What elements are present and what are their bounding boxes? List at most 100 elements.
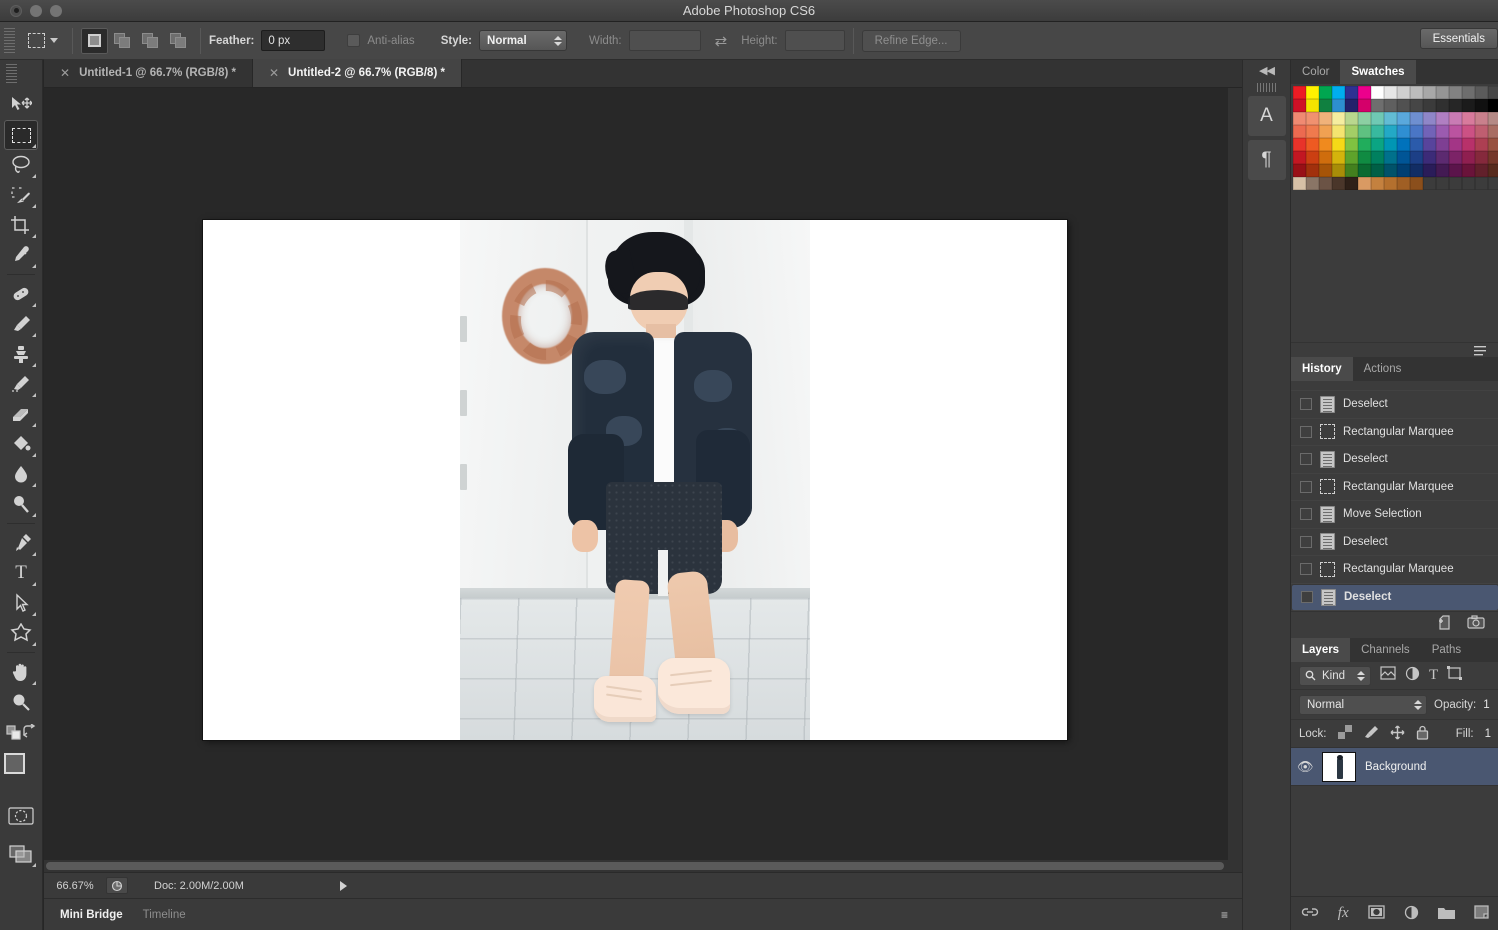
color-swatch[interactable] — [1436, 164, 1449, 177]
color-swatch[interactable] — [1410, 86, 1423, 99]
tab-layers[interactable]: Layers — [1291, 638, 1351, 662]
color-swatch[interactable] — [1462, 151, 1475, 164]
screen-mode-button[interactable] — [4, 839, 38, 869]
pen-tool[interactable] — [4, 528, 38, 558]
color-swatch[interactable] — [1449, 125, 1462, 138]
eraser-tool[interactable] — [4, 399, 38, 429]
swatches-grid[interactable] — [1291, 84, 1498, 190]
style-select[interactable]: Normal — [479, 30, 568, 51]
color-swatch[interactable] — [1462, 125, 1475, 138]
new-group-folder-icon[interactable] — [1438, 906, 1456, 922]
canvas-vertical-scrollbar[interactable] — [1228, 88, 1242, 872]
color-swatch[interactable] — [1384, 177, 1397, 190]
status-menu-icon[interactable] — [339, 880, 347, 891]
layer-visibility-eye-icon[interactable]: 👁 — [1297, 759, 1314, 775]
color-swatch[interactable] — [1306, 164, 1319, 177]
width-input[interactable] — [628, 30, 701, 51]
color-swatch[interactable] — [1449, 164, 1462, 177]
history-list[interactable]: Deselect Rectangular Marquee Deselect Recta… — [1291, 391, 1498, 611]
color-swatch[interactable] — [1332, 138, 1345, 151]
color-swatch[interactable] — [1423, 138, 1436, 151]
color-swatch[interactable] — [1410, 164, 1423, 177]
color-swatch[interactable] — [1384, 99, 1397, 112]
layer-style-fx-icon[interactable]: fx — [1338, 905, 1349, 922]
color-swatch[interactable] — [1475, 177, 1488, 190]
layer-name-label[interactable]: Background — [1365, 761, 1426, 773]
color-swatch[interactable] — [1371, 164, 1384, 177]
blend-mode-select[interactable]: Normal — [1299, 694, 1427, 715]
spot-healing-brush-tool[interactable] — [4, 279, 38, 309]
color-swatch[interactable] — [1423, 164, 1436, 177]
color-swatch[interactable] — [1384, 112, 1397, 125]
color-swatch[interactable] — [1423, 151, 1436, 164]
tab-actions[interactable]: Actions — [1352, 357, 1413, 381]
blur-tool[interactable] — [4, 459, 38, 489]
color-swatch[interactable] — [1397, 125, 1410, 138]
swap-colors-icon[interactable] — [22, 723, 37, 744]
eyedropper-tool[interactable] — [4, 240, 38, 270]
color-swatch[interactable] — [1436, 125, 1449, 138]
tab-color[interactable]: Color — [1291, 60, 1341, 84]
foreground-color-swatch[interactable] — [4, 753, 25, 774]
document-size-preview-icon[interactable] — [106, 877, 128, 894]
color-swatch[interactable] — [1371, 125, 1384, 138]
color-swatch[interactable] — [1332, 177, 1345, 190]
history-state-row[interactable]: Move Selection — [1291, 501, 1498, 529]
color-swatch[interactable] — [1306, 151, 1319, 164]
paint-bucket-tool[interactable] — [4, 429, 38, 459]
color-swatch[interactable] — [1410, 151, 1423, 164]
options-bar-grip[interactable] — [4, 27, 15, 54]
foreground-background-color[interactable] — [4, 753, 38, 786]
type-layer-icon[interactable]: T — [1429, 667, 1438, 684]
lasso-tool[interactable] — [4, 150, 38, 180]
adjustment-layer-icon[interactable] — [1404, 905, 1419, 923]
color-swatch[interactable] — [1345, 151, 1358, 164]
subtract-from-selection-button[interactable] — [137, 28, 164, 54]
color-swatch[interactable] — [1371, 151, 1384, 164]
color-swatch[interactable] — [1462, 99, 1475, 112]
height-input[interactable] — [784, 30, 845, 51]
default-colors-icon[interactable] — [6, 725, 23, 745]
color-swatch[interactable] — [1488, 86, 1498, 99]
lock-transparent-pixels-icon[interactable] — [1337, 725, 1352, 742]
color-swatch[interactable] — [1332, 125, 1345, 138]
selection-mode-group[interactable] — [81, 27, 192, 54]
color-swatch[interactable] — [1423, 112, 1436, 125]
layer-filter-kind-select[interactable]: Kind — [1299, 665, 1371, 686]
color-swatch[interactable] — [1475, 125, 1488, 138]
color-swatch[interactable] — [1306, 112, 1319, 125]
color-swatch[interactable] — [1488, 138, 1498, 151]
color-swatch[interactable] — [1345, 112, 1358, 125]
color-swatch[interactable] — [1410, 99, 1423, 112]
color-swatch[interactable] — [1488, 125, 1498, 138]
color-swatch[interactable] — [1462, 138, 1475, 151]
history-state-row[interactable]: Deselect — [1291, 583, 1498, 611]
color-swatch[interactable] — [1293, 177, 1306, 190]
color-swatch[interactable] — [1332, 164, 1345, 177]
tab-channels[interactable]: Channels — [1350, 638, 1421, 662]
move-tool[interactable] — [4, 90, 38, 120]
anti-alias-checkbox[interactable] — [347, 34, 361, 47]
color-swatch[interactable] — [1436, 151, 1449, 164]
color-swatch[interactable] — [1397, 164, 1410, 177]
scrollbar-thumb[interactable] — [46, 862, 1224, 870]
color-swatch[interactable] — [1371, 99, 1384, 112]
custom-shape-tool[interactable] — [4, 618, 38, 648]
color-swatch[interactable] — [1345, 86, 1358, 99]
swap-arrows-icon[interactable]: ⇄ — [715, 32, 728, 50]
color-swatch[interactable] — [1358, 86, 1371, 99]
color-swatch[interactable] — [1423, 125, 1436, 138]
document-canvas[interactable] — [203, 220, 1067, 740]
color-swatch[interactable] — [1358, 138, 1371, 151]
opacity-value[interactable]: 1 — [1483, 699, 1489, 711]
color-swatch[interactable] — [1384, 138, 1397, 151]
history-source-checkbox[interactable] — [1300, 563, 1312, 576]
color-swatch[interactable] — [1293, 138, 1306, 151]
color-swatch[interactable] — [1410, 125, 1423, 138]
color-swatch[interactable] — [1332, 86, 1345, 99]
color-swatch[interactable] — [1358, 164, 1371, 177]
color-swatch[interactable] — [1462, 112, 1475, 125]
history-state-row[interactable]: Deselect — [1291, 391, 1498, 419]
color-swatch[interactable] — [1332, 151, 1345, 164]
color-swatch[interactable] — [1449, 151, 1462, 164]
